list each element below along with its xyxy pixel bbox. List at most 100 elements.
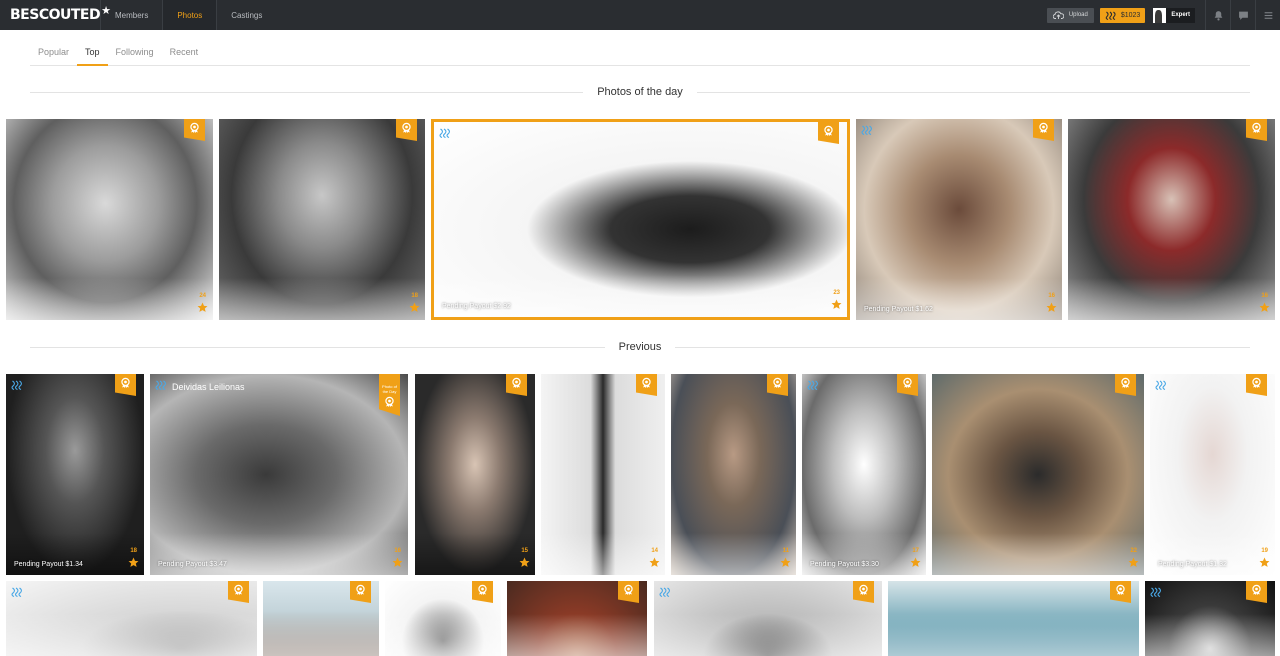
- cloud-upload-icon: [1052, 10, 1064, 19]
- star-icon[interactable]: [392, 557, 403, 568]
- award-ribbon[interactable]: [897, 374, 918, 396]
- vote-count: 18: [130, 548, 137, 554]
- vote-count: 15: [521, 548, 528, 554]
- award-ribbon[interactable]: [1246, 119, 1267, 141]
- award-ribbon[interactable]: [1110, 581, 1131, 603]
- wallet-balance-button[interactable]: $1023: [1099, 7, 1146, 23]
- award-ribbon[interactable]: [472, 581, 493, 603]
- divider-line: [30, 346, 605, 348]
- photo-overlay: [654, 614, 882, 656]
- photo-card[interactable]: 14: [541, 374, 665, 575]
- award-icon: [478, 584, 487, 595]
- photo-card[interactable]: [263, 581, 379, 656]
- photo-card[interactable]: Pending Payout $1.34 18: [6, 374, 144, 575]
- award-ribbon[interactable]: [184, 119, 205, 141]
- photo-overlay: [507, 614, 647, 656]
- star-icon[interactable]: [1128, 557, 1139, 568]
- photo-card[interactable]: 15: [415, 374, 535, 575]
- steem-icon: [807, 380, 818, 390]
- vote-count: 16: [1261, 293, 1268, 299]
- star-icon[interactable]: [831, 299, 842, 310]
- photo-card[interactable]: Pending Payout $1.62 16: [856, 119, 1062, 320]
- award-ribbon[interactable]: [1033, 119, 1054, 141]
- star-icon[interactable]: [780, 557, 791, 568]
- notifications-button[interactable]: [1205, 0, 1230, 30]
- nav-tab-castings[interactable]: Castings: [216, 0, 276, 30]
- star-icon[interactable]: [519, 557, 530, 568]
- brand-logo[interactable]: BESCOUTED ★: [0, 0, 111, 30]
- steem-icon: [155, 380, 166, 390]
- award-ribbon[interactable]: [636, 374, 657, 396]
- award-ribbon[interactable]: [618, 581, 639, 603]
- photo-card[interactable]: [6, 581, 257, 656]
- photo-card[interactable]: Pending Payout $1.32 19: [1150, 374, 1275, 575]
- expert-badge[interactable]: Expert: [1166, 7, 1195, 23]
- award-ribbon[interactable]: [396, 119, 417, 141]
- star-icon[interactable]: [409, 302, 420, 313]
- star-icon[interactable]: [1259, 557, 1270, 568]
- photo-overlay: [415, 533, 535, 575]
- top-navigation-bar: BESCOUTED ★ Members Photos Castings Uploa…: [0, 0, 1280, 30]
- star-icon[interactable]: [649, 557, 660, 568]
- award-ribbon[interactable]: [767, 374, 788, 396]
- photo-card[interactable]: 22: [932, 374, 1144, 575]
- award-icon: [624, 584, 633, 595]
- photo-card[interactable]: 16: [1068, 119, 1275, 320]
- photo-card[interactable]: [507, 581, 647, 656]
- star-icon[interactable]: [910, 557, 921, 568]
- brand-logo-text: BESCOUTED: [10, 7, 101, 23]
- photo-card[interactable]: Pending Payout $3.30 17: [802, 374, 926, 575]
- award-ribbon[interactable]: [115, 374, 136, 396]
- featured-photo-card[interactable]: Pending Payout $2.92 23: [431, 119, 850, 320]
- award-ribbon[interactable]: [350, 581, 371, 603]
- photo-overlay: [932, 533, 1144, 575]
- photo-card[interactable]: [888, 581, 1139, 656]
- photo-card[interactable]: 11: [671, 374, 796, 575]
- award-ribbon[interactable]: [228, 581, 249, 603]
- award-ribbon[interactable]: [506, 374, 527, 396]
- award-ribbon[interactable]: [818, 122, 839, 144]
- photo-card[interactable]: [1145, 581, 1275, 656]
- tab-following[interactable]: Following: [108, 42, 162, 66]
- star-icon[interactable]: [1046, 302, 1057, 313]
- award-ribbon[interactable]: [853, 581, 874, 603]
- award-ribbon[interactable]: [1246, 374, 1267, 396]
- pending-payout: Pending Payout $1.32: [1158, 561, 1227, 568]
- steem-icon: [1155, 380, 1166, 390]
- tab-top[interactable]: Top: [77, 42, 108, 66]
- section-photos-of-the-day: Photos of the day: [30, 85, 1250, 99]
- nav-tab-photos[interactable]: Photos: [162, 0, 217, 30]
- brand-logo-star: ★: [101, 3, 111, 17]
- upload-button[interactable]: Upload: [1046, 7, 1094, 23]
- award-ribbon[interactable]: [1246, 581, 1267, 603]
- award-icon: [1039, 122, 1048, 133]
- tab-popular[interactable]: Popular: [30, 42, 77, 66]
- star-icon[interactable]: [128, 557, 139, 568]
- photo-card[interactable]: [385, 581, 501, 656]
- photo-card[interactable]: 18: [219, 119, 425, 320]
- menu-button[interactable]: [1255, 0, 1280, 30]
- section-title: Photos of the day: [597, 86, 683, 98]
- award-icon: [1252, 584, 1261, 595]
- photo-overlay: [150, 533, 408, 575]
- user-avatar[interactable]: [1153, 7, 1167, 23]
- award-ribbon[interactable]: [1115, 374, 1136, 396]
- star-icon[interactable]: [197, 302, 208, 313]
- photo-overlay: [6, 614, 257, 656]
- award-icon: [512, 377, 521, 388]
- star-icon[interactable]: [1259, 302, 1270, 313]
- tab-recent[interactable]: Recent: [162, 42, 207, 66]
- photo-card[interactable]: 24: [6, 119, 213, 320]
- steem-icon: [659, 587, 670, 597]
- messages-button[interactable]: [1230, 0, 1255, 30]
- steem-icon: [861, 125, 872, 135]
- photo-owner-name[interactable]: Deividas Leilionas: [172, 382, 245, 392]
- award-ribbon[interactable]: Photo of the Day: [379, 374, 400, 416]
- photo-card[interactable]: [654, 581, 882, 656]
- photo-card[interactable]: Deividas Leilionas Photo of the Day Pendin…: [150, 374, 408, 575]
- vote-count: 19: [1261, 548, 1268, 554]
- chat-icon: [1238, 11, 1248, 20]
- award-icon: [1116, 584, 1125, 595]
- award-icon: [1252, 122, 1261, 133]
- photo-overlay: [802, 533, 926, 575]
